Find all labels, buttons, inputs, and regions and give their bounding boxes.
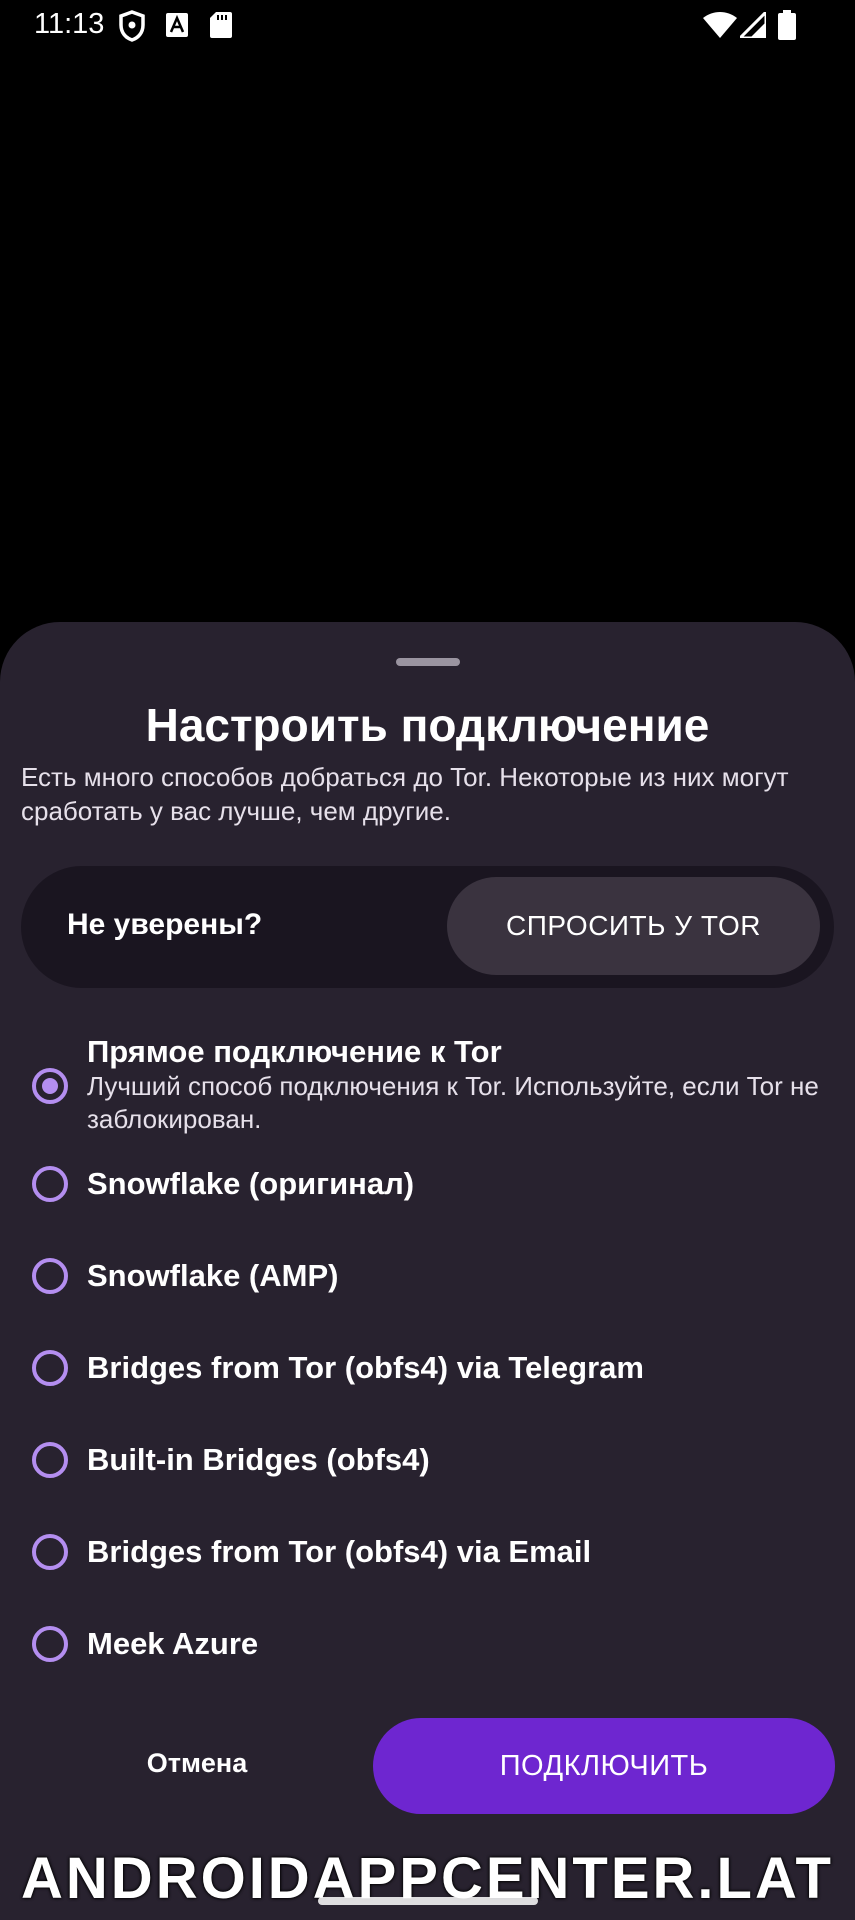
ask-tor-panel: Не уверены? СПРОСИТЬ У TOR bbox=[21, 866, 834, 988]
radio-button[interactable] bbox=[32, 1068, 68, 1104]
option-title: Built-in Bridges (obfs4) bbox=[87, 1442, 430, 1477]
option-title: Прямое подключение к Tor bbox=[87, 1034, 502, 1069]
radio-button[interactable] bbox=[32, 1350, 68, 1386]
sheet-title: Настроить подключение bbox=[145, 699, 710, 751]
option-title: Bridges from Tor (obfs4) via Telegram bbox=[87, 1350, 644, 1385]
battery-icon bbox=[778, 10, 796, 45]
drag-handle[interactable] bbox=[396, 658, 460, 666]
cancel-button[interactable]: Отмена bbox=[130, 1736, 264, 1790]
wifi-icon bbox=[703, 12, 737, 43]
ask-tor-button[interactable]: СПРОСИТЬ У TOR bbox=[447, 877, 820, 975]
font-a-icon bbox=[166, 13, 188, 42]
connection-bottom-sheet: Настроить подключение Есть много способо… bbox=[0, 622, 855, 1920]
option-description: Лучший способ подключения к Tor. Использ… bbox=[87, 1071, 819, 1134]
option-title: Snowflake (оригинал) bbox=[87, 1166, 415, 1201]
radio-button[interactable] bbox=[32, 1166, 68, 1202]
option-title: Meek Azure bbox=[87, 1626, 259, 1661]
radio-button[interactable] bbox=[32, 1442, 68, 1478]
gesture-nav-bar[interactable] bbox=[318, 1897, 538, 1905]
option-title: Snowflake (AMP) bbox=[87, 1258, 339, 1293]
radio-button[interactable] bbox=[32, 1258, 68, 1294]
radio-button[interactable] bbox=[32, 1534, 68, 1570]
option-title: Bridges from Tor (obfs4) via Email bbox=[87, 1534, 592, 1569]
signal-icon bbox=[736, 8, 768, 43]
shield-icon bbox=[118, 10, 146, 47]
ask-label: Не уверены? bbox=[67, 908, 263, 941]
sheet-description: Есть много способов добраться до Tor. Не… bbox=[21, 762, 789, 826]
connect-button[interactable]: ПОДКЛЮЧИТЬ bbox=[373, 1718, 835, 1814]
status-bar: 11:13 bbox=[0, 0, 855, 52]
status-time: 11:13 bbox=[34, 8, 105, 40]
sd-card-icon bbox=[210, 12, 232, 43]
radio-button[interactable] bbox=[32, 1626, 68, 1662]
